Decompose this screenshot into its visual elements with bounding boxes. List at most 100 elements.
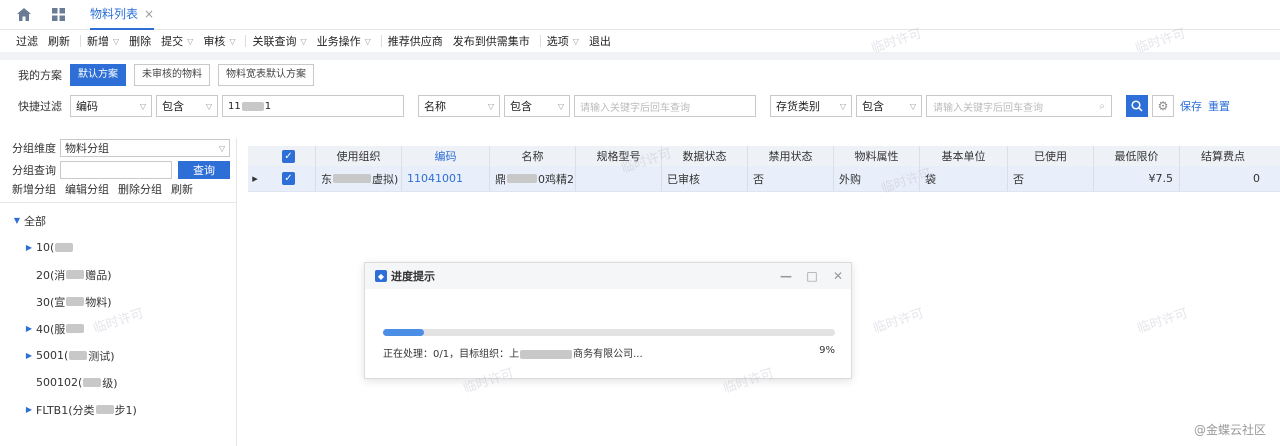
toolbar-button-label: 业务操作 (316, 35, 361, 48)
progress-text: 正在处理：0/1，目标组织：上 商务有限公司... (383, 345, 643, 360)
column-header[interactable]: 物料属性 (834, 146, 920, 166)
group-panel: 分组维度 物料分组 ▽ 分组查询 查询 新增分组 编辑分组 删除分组 刷新 ▼ 全… (0, 138, 237, 446)
toolbar-button-1[interactable]: 刷新 (48, 33, 76, 49)
refresh-group-button[interactable]: 刷新 (171, 181, 193, 197)
tree-node[interactable]: ▶ 5001(测试) (0, 342, 236, 369)
filter-field-3-select[interactable]: 存货类别 ▽ (770, 95, 852, 117)
group-query-input[interactable] (60, 161, 172, 179)
cell-spec (576, 166, 662, 191)
group-dimension-select[interactable]: 物料分组 ▽ (60, 139, 230, 157)
toolbar-button-label: 提交 (161, 35, 184, 48)
save-scheme-link[interactable]: 保存 (1180, 98, 1202, 114)
tree-node[interactable]: ▶ 40(服 (0, 315, 236, 342)
column-header[interactable]: 禁用状态 (748, 146, 834, 166)
cell-name-post: 0鸡精2 (538, 172, 574, 186)
caret-right-icon[interactable]: ▶ (22, 243, 36, 252)
column-header[interactable]: 基本单位 (920, 146, 1008, 166)
scheme-default-button[interactable]: 默认方案 (70, 64, 126, 86)
scheme-unaudited-button[interactable]: 未审核的物料 (134, 64, 210, 86)
progress-text-pre: 正在处理：0/1，目标组织：上 (383, 349, 520, 360)
filter-value-2-input[interactable]: 请输入关键字后回车查询 (574, 95, 756, 117)
column-header[interactable]: 使用组织 (316, 146, 402, 166)
tree-node-label-pre: 30(宣 (36, 295, 66, 309)
caret-right-icon[interactable]: ▶ (22, 405, 36, 414)
home-icon[interactable] (14, 0, 34, 30)
cell-org-post: 虚拟) (372, 172, 399, 186)
filter-value-1-input[interactable]: 11 1 (222, 95, 404, 117)
search-button[interactable] (1126, 95, 1148, 117)
toolbar-button-label: 选项 (546, 35, 569, 48)
edit-group-button[interactable]: 编辑分组 (65, 181, 109, 197)
caret-right-icon[interactable]: ▶ (22, 351, 36, 360)
scheme-row: 我的方案 默认方案 未审核的物料 物料宽表默认方案 (0, 60, 1280, 90)
chevron-down-icon: ▽ (300, 36, 307, 46)
caret-right-icon[interactable]: ▶ (22, 324, 36, 333)
cell-fee: 0 (1253, 172, 1260, 185)
tree-node[interactable]: ▶ FLTB1(分类 步1) (0, 396, 236, 423)
group-dimension-label: 分组维度 (12, 142, 56, 155)
column-header[interactable]: 规格型号 (576, 146, 662, 166)
toolbar-button-6[interactable]: 关联查询 ▽ (252, 33, 312, 49)
maximize-icon[interactable]: □ (799, 269, 825, 283)
header-select-all[interactable]: ✓ (262, 146, 316, 166)
filter-value-1-prefix: 11 (228, 100, 241, 112)
apps-grid-icon[interactable] (48, 0, 68, 30)
filter-value-3-input[interactable]: 请输入关键字后回车查询 ⌕ (926, 95, 1112, 117)
settings-button[interactable]: ⚙ (1152, 95, 1174, 117)
column-header[interactable]: 数据状态 (662, 146, 748, 166)
group-query-button[interactable]: 查询 (178, 161, 230, 179)
redacted-block (66, 324, 85, 333)
column-header[interactable]: 已使用 (1008, 146, 1094, 166)
tab-material-list[interactable]: 物料列表 × (90, 0, 155, 30)
chevron-down-icon: ▽ (187, 36, 194, 46)
minimize-icon[interactable]: — (773, 269, 799, 283)
toolbar-separator (539, 35, 541, 47)
column-header[interactable]: 结算费点 (1180, 146, 1266, 166)
toolbar-button-10[interactable]: 选项 ▽ (547, 33, 585, 49)
grid-header: ✓ 使用组织 编码 名称 规格型号 数据状态 禁用状态 物料属性 基本单位 已使用 最低限价 结算费点 (248, 146, 1280, 166)
filter-field-2-select[interactable]: 名称 ▽ (418, 95, 500, 117)
toolbar-button-7[interactable]: 业务操作 ▽ (317, 33, 377, 49)
quick-filter-label: 快捷过滤 (18, 100, 62, 113)
toolbar-button-label: 退出 (588, 35, 611, 48)
tree-root[interactable]: ▼ 全部 (0, 207, 236, 234)
tree-node[interactable]: 30(宣 物料) (0, 288, 236, 315)
filter-field-1-select[interactable]: 编码 ▽ (70, 95, 152, 117)
close-icon[interactable]: ✕ (825, 269, 851, 283)
filter-op-1-select[interactable]: 包含 ▽ (156, 95, 218, 117)
toolbar-button-label: 审核 (203, 35, 226, 48)
column-header[interactable]: 名称 (490, 146, 576, 166)
reset-link[interactable]: 重置 (1208, 98, 1230, 114)
table-row[interactable]: ▸ ✓ 东 虚拟) 11041001 鼎 0鸡精2 已审核 否 外购 袋 否 ¥7.… (248, 166, 1280, 192)
close-icon[interactable]: × (144, 7, 154, 21)
redacted-block (95, 405, 114, 414)
toolbar-button-8[interactable]: 推荐供应商 (388, 33, 449, 49)
caret-down-icon[interactable]: ▼ (10, 216, 24, 225)
cell-disabled: 否 (748, 166, 834, 191)
redacted-block (507, 174, 537, 183)
toolbar-button-9[interactable]: 发布到供需集市 (453, 33, 536, 49)
column-header[interactable]: 最低限价 (1094, 146, 1180, 166)
column-header[interactable]: 编码 (402, 146, 490, 166)
toolbar-button-4[interactable]: 提交 ▽ (161, 33, 199, 49)
toolbar-button-5[interactable]: 审核 ▽ (203, 33, 241, 49)
tree-node[interactable]: 500102(级) (0, 369, 236, 396)
progress-bar (383, 329, 835, 336)
toolbar-button-label: 发布到供需集市 (452, 35, 530, 48)
cell-org: 东 虚拟) (316, 166, 402, 191)
cell-code[interactable]: 11041001 (402, 166, 490, 191)
delete-group-button[interactable]: 删除分组 (118, 181, 162, 197)
filter-op-3-select[interactable]: 包含 ▽ (856, 95, 922, 117)
tree-node[interactable]: 20(消 赠品) (0, 261, 236, 288)
toolbar-button-3[interactable]: 删除 (129, 33, 157, 49)
scheme-wide-table-button[interactable]: 物料宽表默认方案 (218, 64, 314, 86)
toolbar-button-11[interactable]: 退出 (589, 33, 617, 49)
tree-node[interactable]: ▶ 10( (0, 234, 236, 261)
filter-field-2-value: 名称 (424, 100, 446, 113)
row-checkbox[interactable]: ✓ (262, 166, 316, 191)
add-group-button[interactable]: 新增分组 (12, 181, 56, 197)
group-tree: ▼ 全部 ▶ 10(20(消 赠品) 30(宣 物料) ▶ 40(服 ▶ 5001(测试) 500… (0, 203, 236, 423)
toolbar-button-2[interactable]: 新增 ▽ (87, 33, 125, 49)
toolbar-button-0[interactable]: 过滤 (16, 33, 44, 49)
filter-op-2-select[interactable]: 包含 ▽ (504, 95, 570, 117)
